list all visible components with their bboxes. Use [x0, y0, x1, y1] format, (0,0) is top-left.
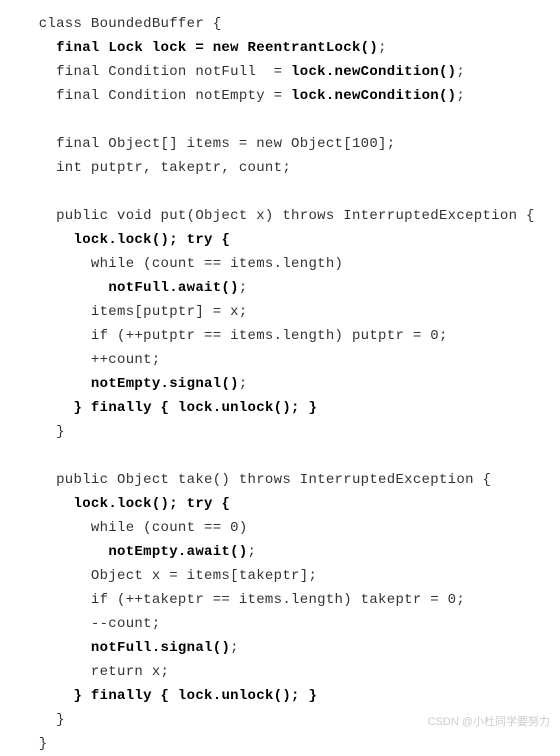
code-line: final Lock lock = new ReentrantLock(); [30, 36, 560, 60]
code-segment: ; [230, 640, 239, 656]
code-segment: int putptr, takeptr, count; [30, 160, 291, 176]
code-segment: lock.newCondition() [291, 88, 456, 104]
watermark: CSDN @小杜同学要努力 [428, 710, 550, 734]
code-segment [30, 40, 56, 56]
code-line: --count; [30, 612, 560, 636]
code-segment: items[putptr] = x; [30, 304, 248, 320]
code-segment: while (count == 0) [30, 520, 248, 536]
code-line: int putptr, takeptr, count; [30, 156, 560, 180]
code-line: } finally { lock.unlock(); } [30, 396, 560, 420]
code-segment [30, 280, 108, 296]
code-segment: --count; [30, 616, 161, 632]
code-line: } finally { lock.unlock(); } [30, 684, 560, 708]
code-segment: final Object[] items = new Object[100]; [30, 136, 395, 152]
code-segment: notFull.await() [108, 280, 239, 296]
code-segment: ; [239, 376, 248, 392]
code-line: public Object take() throws InterruptedE… [30, 468, 560, 492]
code-segment [30, 400, 74, 416]
code-segment: notEmpty.await() [108, 544, 247, 560]
code-line: ++count; [30, 348, 560, 372]
code-line: final Condition notFull = lock.newCondit… [30, 60, 560, 84]
code-line: if (++takeptr == items.length) takeptr =… [30, 588, 560, 612]
code-line: final Object[] items = new Object[100]; [30, 132, 560, 156]
code-segment: } [30, 712, 65, 728]
code-segment: ++count; [30, 352, 161, 368]
code-segment: if (++putptr == items.length) putptr = 0… [30, 328, 448, 344]
code-segment: lock.newCondition() [291, 64, 456, 80]
code-line: lock.lock(); try { [30, 228, 560, 252]
code-segment: try { [187, 496, 231, 512]
code-segment: notFull.signal() [91, 640, 230, 656]
code-segment: ; [248, 544, 257, 560]
code-segment: lock.lock(); [74, 232, 178, 248]
code-line: class BoundedBuffer { [30, 12, 560, 36]
code-line: notEmpty.signal(); [30, 372, 560, 396]
code-segment [30, 688, 74, 704]
code-line: public void put(Object x) throws Interru… [30, 204, 560, 228]
code-block: class BoundedBuffer { final Lock lock = … [30, 12, 560, 756]
code-line [30, 108, 560, 132]
code-segment: final Condition notEmpty = [30, 88, 291, 104]
code-line: notFull.signal(); [30, 636, 560, 660]
code-segment: final Condition notFull = [30, 64, 291, 80]
code-segment: public Object take() throws InterruptedE… [30, 472, 491, 488]
code-segment [30, 496, 74, 512]
code-line: if (++putptr == items.length) putptr = 0… [30, 324, 560, 348]
code-segment: while (count == items.length) [30, 256, 343, 272]
code-segment: ; [456, 64, 465, 80]
code-line: notEmpty.await(); [30, 540, 560, 564]
code-segment: if (++takeptr == items.length) takeptr =… [30, 592, 465, 608]
code-segment: ; [378, 40, 387, 56]
code-segment: Object x = items[takeptr]; [30, 568, 317, 584]
code-line: } [30, 420, 560, 444]
code-line: items[putptr] = x; [30, 300, 560, 324]
code-segment: ; [239, 280, 248, 296]
code-segment [178, 496, 187, 512]
code-segment: final Lock lock = new ReentrantLock() [56, 40, 378, 56]
code-segment: try { [187, 232, 231, 248]
code-line: while (count == items.length) [30, 252, 560, 276]
code-segment [30, 544, 108, 560]
code-line: Object x = items[takeptr]; [30, 564, 560, 588]
code-line: while (count == 0) [30, 516, 560, 540]
code-segment: } finally { lock.unlock(); } [74, 400, 318, 416]
code-line: notFull.await(); [30, 276, 560, 300]
code-segment: } [30, 424, 65, 440]
code-segment [30, 640, 91, 656]
code-segment [30, 376, 91, 392]
code-segment: public void put(Object x) throws Interru… [30, 208, 535, 224]
code-segment: class BoundedBuffer { [30, 16, 221, 32]
code-line [30, 180, 560, 204]
code-line: return x; [30, 660, 560, 684]
code-segment: notEmpty.signal() [91, 376, 239, 392]
code-line: final Condition notEmpty = lock.newCondi… [30, 84, 560, 108]
code-segment: ; [456, 88, 465, 104]
code-line: } [30, 732, 560, 756]
code-segment: return x; [30, 664, 169, 680]
code-segment [178, 232, 187, 248]
code-segment: lock.lock(); [74, 496, 178, 512]
code-segment [30, 232, 74, 248]
code-segment: } finally { lock.unlock(); } [74, 688, 318, 704]
code-line: lock.lock(); try { [30, 492, 560, 516]
code-segment: } [30, 736, 47, 752]
code-line [30, 444, 560, 468]
